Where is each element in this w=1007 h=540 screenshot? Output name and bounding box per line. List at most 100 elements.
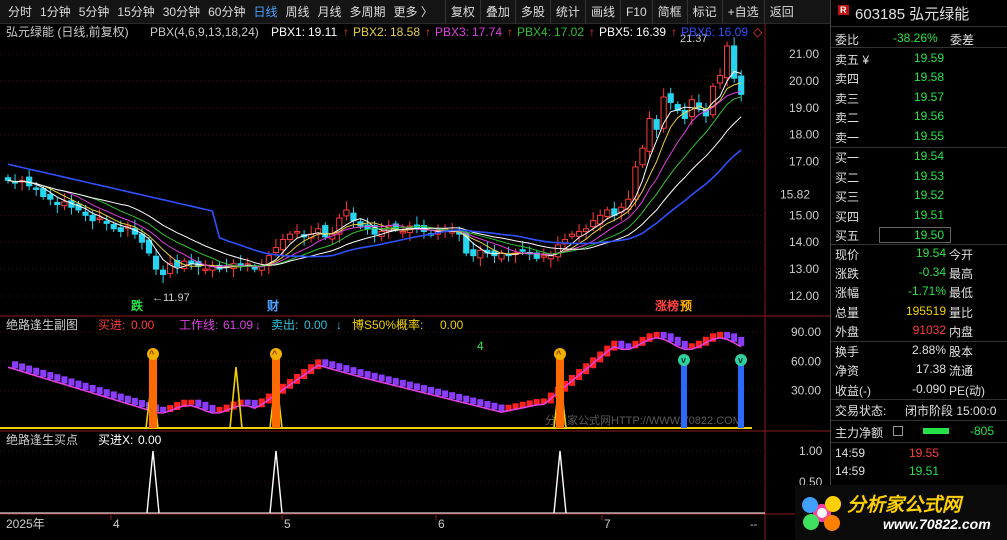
period-4[interactable]: 30分钟 <box>159 0 204 24</box>
main-net-value: -805 <box>970 424 995 438</box>
sub1-bar <box>188 399 195 405</box>
sub1-bar <box>343 365 350 373</box>
period-0[interactable]: 分时 <box>4 0 36 24</box>
candle-body <box>343 209 350 217</box>
ask-label: 卖四 <box>835 72 860 87</box>
ask-label: 卖一 <box>835 130 860 145</box>
quote-divider <box>831 147 1007 148</box>
candle-body <box>117 227 124 232</box>
sub1-bar <box>731 333 738 342</box>
site-logo: 分析家公式网 www.70822.com <box>795 485 1007 540</box>
tool-button-9[interactable]: 返回 <box>763 0 799 24</box>
sub1-bar <box>674 336 681 346</box>
candle-body <box>667 93 674 103</box>
quote-divider <box>831 341 1007 342</box>
bid-label: 买五 <box>835 229 860 244</box>
candle-body <box>96 217 103 221</box>
quote-divider <box>831 399 1007 400</box>
tool-button-7[interactable]: 标记 <box>686 0 722 24</box>
sub1-bar <box>371 372 378 380</box>
sub1-field-value: 61.09 <box>223 318 253 332</box>
candle-body <box>202 268 209 272</box>
pbx-arrow: ↑ <box>343 25 349 39</box>
candle-body <box>639 147 646 166</box>
quote-divider <box>831 26 1007 27</box>
candle-body <box>590 220 597 228</box>
main-net-label: 主力净额 <box>835 426 884 440</box>
ask-price: 19.59 <box>914 51 945 65</box>
tool-button-4[interactable]: 画线 <box>584 0 620 24</box>
sub2-field-label: 买进X: <box>98 433 133 447</box>
candle-body <box>103 220 110 224</box>
quote-panel: R 603185 弘元绿能 委比 -38.26% 委差 卖五 ¥ 19.59 卖四 19.58 卖… <box>830 0 1007 540</box>
tool-button-1[interactable]: 叠加 <box>479 0 515 24</box>
ask-price: 19.56 <box>914 109 945 124</box>
sell-signal-glyph: v <box>738 355 743 365</box>
period-9[interactable]: 多周期 <box>346 0 390 24</box>
stat-right-label: 内盘 <box>949 324 974 339</box>
stat2-value: -0.090 <box>911 381 946 396</box>
pbx-value: 17.02 <box>554 25 584 39</box>
pbx-arrow: ↑ <box>425 25 431 39</box>
sub1-field-arrow: ↓ <box>336 318 342 332</box>
candle-body <box>646 118 653 152</box>
period-3[interactable]: 15分钟 <box>113 0 158 24</box>
sub1-bar <box>40 369 47 378</box>
period-1[interactable]: 1分钟 <box>36 0 75 24</box>
kline-chart-area[interactable]: 21.00 20.00 19.00 18.00 17.00 15.00 14.00 13.00… <box>0 24 830 540</box>
sub1-bar <box>428 386 434 394</box>
candle-body <box>26 176 33 187</box>
sub1-spike <box>229 366 243 429</box>
sub1-bar <box>61 376 68 384</box>
weibi-value: -38.26% <box>893 31 938 45</box>
bid-label: 买四 <box>835 209 860 224</box>
sub1-bar <box>117 393 124 401</box>
buy-signal-glyph: ^ <box>556 349 562 359</box>
period-5[interactable]: 60分钟 <box>204 0 249 24</box>
quote-divider <box>831 420 1007 421</box>
sub1-bar <box>110 391 117 399</box>
tool-button-5[interactable]: F10 <box>619 0 652 24</box>
sub1-bar <box>96 387 103 395</box>
tool-button-6[interactable]: 简框 <box>651 0 687 24</box>
sub1-bar <box>82 382 89 390</box>
sell-signal-bar <box>738 364 744 428</box>
candle-body <box>272 247 279 253</box>
sub1-field-arrow: ↓ <box>255 318 261 332</box>
buy-signal-glyph: ^ <box>272 349 278 359</box>
tool-button-2[interactable]: 多股 <box>514 0 550 24</box>
period-6[interactable]: 日线 <box>249 0 281 24</box>
bid-price: 19.54 <box>914 149 945 163</box>
weibi-label: 委比 <box>835 33 860 47</box>
sub1-field-value: 0.00 <box>440 318 464 332</box>
event-tag: 财 <box>266 298 279 313</box>
trade-status-value: 闭市阶段 15:00:0 <box>905 404 997 418</box>
price-tick-label: 20.00 <box>789 74 819 88</box>
xaxis-label: 5 <box>284 517 291 531</box>
low-price-label: ←11.97 <box>152 292 190 304</box>
price-tick-label: 21.00 <box>789 47 819 61</box>
bid-price: 19.52 <box>914 188 945 203</box>
candle-body <box>575 230 583 237</box>
buy-signal-bar <box>272 358 280 428</box>
sub1-bar <box>124 395 131 403</box>
tool-button-3[interactable]: 统计 <box>549 0 585 24</box>
logo-title: 分析家公式网 <box>847 495 962 516</box>
period-7[interactable]: 周线 <box>281 0 313 24</box>
period-10[interactable]: 更多 〉 <box>390 0 437 24</box>
sub1-bar <box>435 388 442 396</box>
period-2[interactable]: 5分钟 <box>75 0 114 24</box>
tool-button-8[interactable]: +自选 <box>721 0 764 24</box>
tool-button-0[interactable]: 复权 <box>444 0 480 24</box>
sub1-bar <box>54 374 61 382</box>
bid-price: 19.50 <box>879 227 952 244</box>
sub1-bar <box>209 404 216 412</box>
candle-body <box>399 230 406 234</box>
tick-price: 19.51 <box>909 464 940 478</box>
xaxis-label: 6 <box>438 517 445 531</box>
candle-body <box>540 255 547 258</box>
bid-label: 买二 <box>835 170 860 185</box>
sub1-bar <box>19 363 26 371</box>
stat2-right-label: PE(动) <box>949 383 986 398</box>
period-8[interactable]: 月线 <box>314 0 346 24</box>
